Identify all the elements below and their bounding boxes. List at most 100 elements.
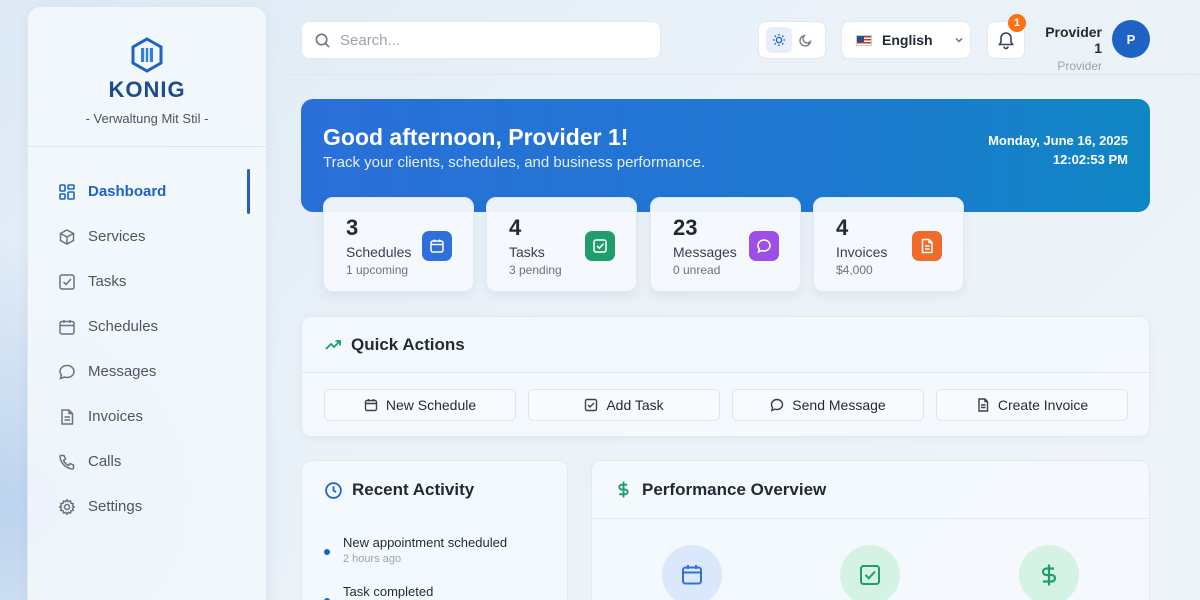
activity-text: Task completed [343, 584, 434, 599]
performance-overview-title: Performance Overview [642, 479, 827, 499]
sidebar-item-label: Schedules [88, 318, 159, 335]
add-task-button[interactable]: Add Task [528, 389, 720, 421]
search-input[interactable] [340, 31, 640, 49]
activity-text: New appointment scheduled [343, 535, 508, 550]
stat-label: Messages [673, 244, 737, 260]
stat-card-schedules[interactable]: 3 Schedules 1 upcoming [323, 197, 474, 292]
checkbox-icon [585, 398, 598, 412]
sun-icon [772, 33, 785, 47]
stat-subtext: 0 unread [673, 263, 721, 277]
message-icon [59, 364, 75, 380]
gear-icon [58, 498, 76, 515]
sidebar-item-invoices[interactable]: Invoices [28, 394, 266, 439]
user-info[interactable]: Provider 1 Provider [1040, 24, 1102, 73]
search-icon [315, 33, 330, 48]
stat-value: 4 [836, 215, 849, 240]
trending-up-icon [325, 339, 341, 350]
quick-actions-card: Quick Actions New Schedule Add Task Send… [301, 316, 1150, 437]
recent-activity-card: Recent Activity New appointment schedule… [301, 460, 568, 600]
stat-label: Tasks [509, 244, 545, 260]
performance-tasks-badge [840, 545, 900, 600]
activity-time: 2 hours ago [343, 553, 402, 565]
bell-icon [998, 32, 1014, 50]
performance-revenue-badge [1019, 545, 1079, 600]
current-datetime: Monday, June 16, 2025 12:02:53 PM [988, 131, 1128, 169]
sidebar-nav: Dashboard Services Tasks Schedules Messa… [28, 147, 266, 529]
calendar-icon [364, 399, 378, 412]
stat-label: Invoices [836, 244, 888, 260]
button-label: Create Invoice [997, 397, 1089, 413]
sidebar-item-label: Dashboard [88, 183, 167, 200]
search-box [301, 21, 661, 59]
button-label: Add Task [606, 397, 664, 413]
recent-activity-title: Recent Activity [352, 480, 475, 499]
send-message-button[interactable]: Send Message [732, 389, 924, 421]
calendar-icon [422, 231, 452, 261]
moon-icon [798, 34, 811, 47]
sidebar-item-tasks[interactable]: Tasks [28, 259, 266, 304]
message-icon [749, 231, 779, 261]
checkbox-icon [585, 231, 615, 261]
create-invoice-button[interactable]: Create Invoice [936, 389, 1128, 421]
sidebar: KONIG - Verwaltung Mit Stil - Dashboard … [27, 6, 267, 600]
recent-activity-header: Recent Activity [302, 461, 567, 519]
avatar[interactable]: P [1112, 20, 1150, 58]
brand-name: KONIG [108, 77, 186, 102]
message-icon [770, 398, 784, 412]
stat-card-messages[interactable]: 23 Messages 0 unread [650, 197, 801, 292]
calendar-icon [59, 319, 75, 335]
sidebar-item-calls[interactable]: Calls [28, 439, 266, 484]
sidebar-item-settings[interactable]: Settings [28, 484, 266, 529]
calendar-icon [682, 565, 702, 585]
brand: KONIG - Verwaltung Mit Stil - [28, 7, 266, 147]
theme-toggle [758, 21, 826, 59]
greeting-subtitle: Track your clients, schedules, and busin… [323, 154, 706, 171]
performance-overview-header: Performance Overview [592, 461, 1149, 519]
phone-icon [59, 454, 75, 470]
stat-value: 23 [673, 215, 698, 240]
stat-subtext: $4,000 [836, 263, 873, 277]
document-icon [978, 398, 989, 412]
checkbox-icon [860, 565, 880, 585]
notifications-button[interactable]: 1 [987, 14, 1026, 59]
sidebar-item-label: Tasks [88, 273, 127, 290]
quick-actions-header: Quick Actions [302, 317, 1149, 373]
sidebar-item-dashboard[interactable]: Dashboard [28, 169, 266, 214]
chevron-down-icon [955, 37, 963, 43]
stat-value: 3 [346, 215, 359, 240]
user-role: Provider [1057, 59, 1102, 73]
language-select[interactable]: English [841, 21, 971, 59]
new-schedule-button[interactable]: New Schedule [324, 389, 516, 421]
sidebar-item-label: Calls [88, 453, 122, 470]
stat-card-tasks[interactable]: 4 Tasks 3 pending [486, 197, 637, 292]
sidebar-item-label: Messages [88, 363, 157, 380]
sidebar-item-label: Services [88, 228, 146, 245]
cube-icon [59, 228, 75, 245]
activity-dot [324, 549, 330, 555]
notification-badge: 1 [1008, 14, 1026, 32]
light-mode-button[interactable] [765, 27, 792, 53]
button-label: Send Message [792, 397, 886, 413]
performance-overview-card: Performance Overview [591, 460, 1150, 600]
clock-icon [325, 481, 342, 499]
stat-subtext: 3 pending [509, 263, 562, 277]
stat-card-invoices[interactable]: 4 Invoices $4,000 [813, 197, 964, 292]
sidebar-item-schedules[interactable]: Schedules [28, 304, 266, 349]
brand-logo-icon [131, 37, 163, 73]
current-date: Monday, June 16, 2025 [988, 133, 1128, 148]
greeting-title: Good afternoon, Provider 1! [323, 124, 629, 150]
checkbox-icon [59, 273, 75, 290]
sidebar-item-label: Invoices [88, 408, 144, 425]
performance-schedules-badge [662, 545, 722, 600]
welcome-banner: Good afternoon, Provider 1! Track your c… [301, 99, 1150, 212]
current-time: 12:02:53 PM [1052, 152, 1128, 167]
dark-mode-button[interactable] [793, 27, 819, 53]
sidebar-item-services[interactable]: Services [28, 214, 266, 259]
button-label: New Schedule [385, 397, 477, 413]
document-icon [61, 408, 74, 425]
sidebar-item-messages[interactable]: Messages [28, 349, 266, 394]
dollar-icon [618, 481, 629, 498]
sidebar-item-label: Settings [88, 498, 143, 515]
dashboard-icon [59, 183, 75, 200]
document-icon [912, 231, 942, 261]
